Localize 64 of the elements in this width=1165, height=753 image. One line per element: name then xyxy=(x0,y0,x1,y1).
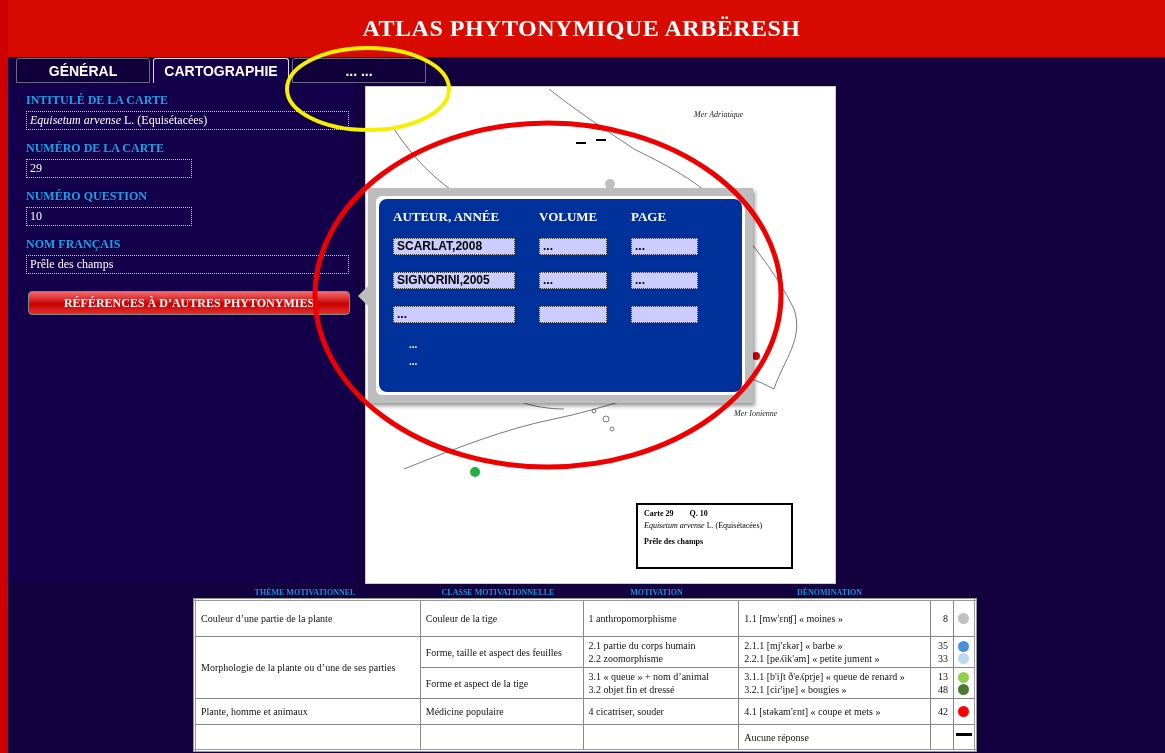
denomination-text: 4.1 [stəkam'ɛnt] « coupe et mets » xyxy=(744,705,882,718)
tab[interactable]: ... ... xyxy=(292,58,426,83)
reference-field[interactable]: ... xyxy=(539,238,607,255)
motivation-text: 4 cicatriser, souder xyxy=(588,705,665,718)
input-field[interactable]: 10 xyxy=(26,207,192,226)
count-text: 42 xyxy=(936,705,948,718)
reference-field[interactable]: ... xyxy=(631,272,698,289)
class-text: Couleur de la tige xyxy=(425,612,499,625)
column-header: AUTEUR, ANNÉE xyxy=(393,209,501,225)
motivation-text: 2.2 zoomorphisme xyxy=(588,652,664,665)
count-text: 35 xyxy=(936,639,948,652)
reference-field[interactable] xyxy=(631,306,698,323)
class-text: Forme et aspect de la tige xyxy=(425,676,530,690)
field-label: NUMÉRO QUESTION xyxy=(26,189,148,204)
theme-text: Plante, homme et animaux xyxy=(201,705,309,718)
sea-label: Mer Ionienne xyxy=(734,409,778,418)
field-label: NUMÉRO DE LA CARTE xyxy=(26,141,165,156)
sea-label: Mer Adriatique xyxy=(694,110,744,119)
column-header: MOTIVATION xyxy=(629,588,684,598)
references-button[interactable]: RÉFÉRENCES À D’AUTRES PHYTONYMIES xyxy=(28,291,350,315)
reference-field[interactable]: ... xyxy=(631,238,698,255)
denomination-text: 1.1 [mw'ɛnʧ] « moines » xyxy=(744,612,844,625)
theme-text: Couleur d’une partie de la plante xyxy=(201,612,334,625)
legend-text: Prêle des champs xyxy=(644,537,705,546)
reference-field[interactable]: SIGNORINI,2005 xyxy=(393,272,515,289)
column-header: THÈME MOTIVATIONNEL xyxy=(253,588,357,598)
field-label: INTITULÉ DE LA CARTE xyxy=(26,93,169,108)
field-label: NOM FRANÇAIS xyxy=(26,237,122,252)
dash-icon xyxy=(955,732,972,736)
legend-text: Equisetum arvense L. (Equisétacées) xyxy=(644,521,764,530)
more-text: ... xyxy=(409,356,419,367)
denomination-text: 3.1.1 [b'iʃt ð'eʎprje] « queue de renard » xyxy=(744,670,906,683)
denomination-text: 2.1.1 [mj'ɛkər] « barbe » xyxy=(744,639,844,652)
theme-text: Morphologie de la plante ou d’une de ses parties xyxy=(201,661,397,674)
denomination-text: Aucune réponse xyxy=(744,730,810,744)
column-header: PAGE xyxy=(631,209,668,225)
reference-field[interactable]: ... xyxy=(393,306,515,323)
count-text: 13 xyxy=(936,670,948,683)
input-field[interactable]: Prêle des champs xyxy=(26,255,349,274)
tab[interactable]: CARTOGRAPHIE xyxy=(153,58,289,83)
column-header: CLASSE MOTIVATIONNELLE xyxy=(440,588,556,598)
legend-text: Q. 10 xyxy=(689,509,708,518)
motivation-text: 1 anthropomorphisme xyxy=(588,612,678,625)
reference-field[interactable]: SCARLAT,2008 xyxy=(393,238,515,255)
reference-field[interactable] xyxy=(539,306,607,323)
class-text: Médicine populaire xyxy=(425,705,505,718)
column-header: DÉNOMINATION xyxy=(795,588,864,598)
more-text: ... xyxy=(409,339,419,350)
count-text: 33 xyxy=(936,652,948,665)
input-field[interactable]: Equisetum arvense L. (Equisétacées) xyxy=(26,111,349,130)
count-text: 48 xyxy=(936,683,948,696)
motivation-text: 2.1 partie du corps humain xyxy=(588,639,697,652)
denomination-text: 3.2.1 [ciɾ'iɲe] « bougies » xyxy=(744,683,848,696)
tab[interactable]: GÉNÉRAL xyxy=(16,58,150,83)
column-header: VOLUME xyxy=(539,209,599,225)
input-field[interactable]: 29 xyxy=(26,159,192,178)
motivation-text: 3.1 « queue » + nom d’animal xyxy=(588,670,710,683)
legend-text: Carte 29 xyxy=(644,509,674,518)
motivation-text: 3.2 objet fin et dressé xyxy=(588,683,676,696)
denomination-text: 2.2.1 [peʎik'əm] « petite jument » xyxy=(744,652,881,665)
reference-field[interactable]: ... xyxy=(539,272,607,289)
count-text: 8 xyxy=(941,612,948,625)
class-text: Forme, taille et aspect des feuilles xyxy=(425,645,563,659)
app-title: ATLAS PHYTONYMIQUE ARBËRESH xyxy=(362,15,801,42)
